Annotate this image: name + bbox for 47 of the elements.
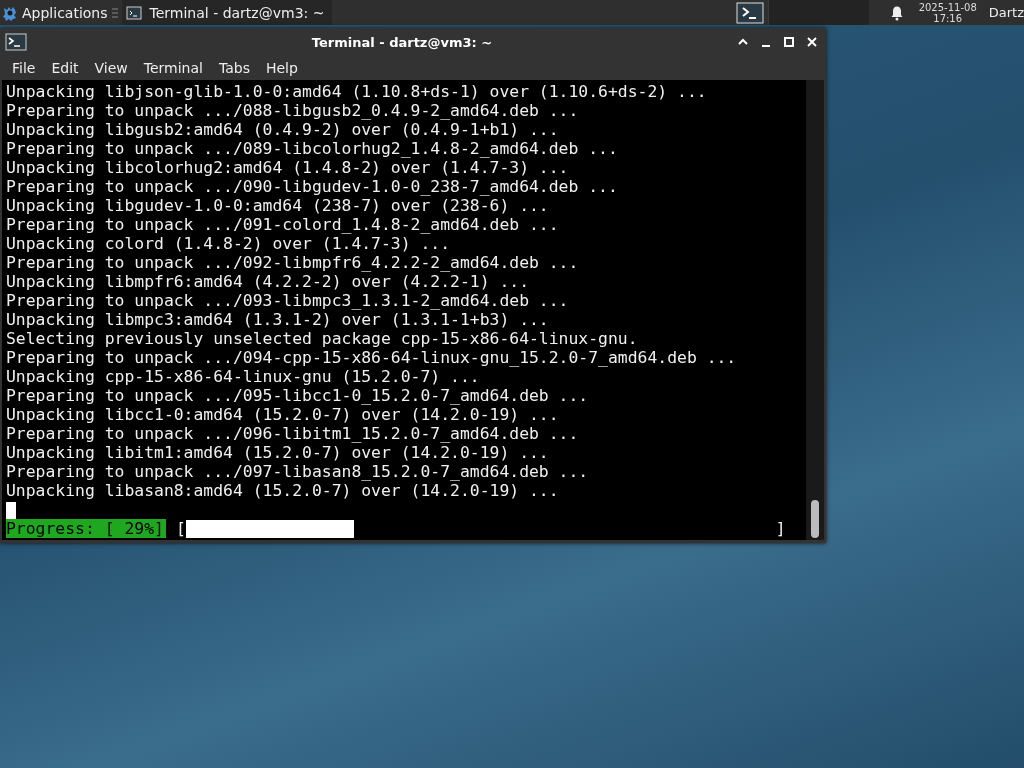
terminal-line: Unpacking libasan8:amd64 (15.2.0-7) over (14.2.0-19) ... xyxy=(6,481,560,500)
terminal-line: Preparing to unpack .../096-libitm1_15.2.0-7_amd64.deb ... xyxy=(6,424,580,443)
clock-date: 2025-11-08 xyxy=(918,1,977,13)
menu-item[interactable]: Edit xyxy=(43,60,87,76)
terminal-line: Preparing to unpack .../097-libasan8_15.2.0-7_amd64.deb ... xyxy=(6,462,590,481)
terminal-line: Unpacking libitm1:amd64 (15.2.0-7) over (14.2.0-19) ... xyxy=(6,443,550,462)
workspace-switcher[interactable] xyxy=(767,0,869,25)
terminal-line: Unpacking libmpfr6:amd64 (4.2.2-2) over (4.2.2-1) ... xyxy=(6,272,530,291)
terminal-line: Unpacking libgusb2:amd64 (0.4.9-2) over (0.4.9-1+b1) ... xyxy=(6,120,560,139)
taskbar-button[interactable]: Terminal - dartz@vm3: ~ xyxy=(121,0,333,25)
terminal-icon xyxy=(5,33,27,51)
terminal-line: Preparing to unpack .../095-libcc1-0_15.2.0-7_amd64.deb ... xyxy=(6,386,590,405)
terminal-line: Unpacking cpp-15-x86-64-linux-gnu (15.2.0-7) ... xyxy=(6,367,481,386)
terminal-line: Selecting previously unselected package cpp-15-x86-64-linux-gnu. xyxy=(6,329,639,348)
maximize-icon[interactable] xyxy=(783,36,795,48)
terminal-line: Preparing to unpack .../094-cpp-15-x86-64-linux-gnu_15.2.0-7_amd64.deb ... xyxy=(6,348,738,367)
terminal-line: Preparing to unpack .../092-libmpfr6_4.2.2-2_amd64.deb ... xyxy=(6,253,580,272)
window-title: Terminal - dartz@vm3: ~ xyxy=(310,34,494,50)
terminal-line: Preparing to unpack .../089-libcolorhug2_1.4.8-2_amd64.deb ... xyxy=(6,139,619,158)
terminal-line: Unpacking libmpc3:amd64 (1.3.1-2) over (1.3.1-1+b3) ... xyxy=(6,310,550,329)
scrollbar-thumb[interactable] xyxy=(811,500,819,538)
terminal-icon xyxy=(125,4,142,21)
terminal-line: Preparing to unpack .../091-colord_1.4.8-2_amd64.deb ... xyxy=(6,215,560,234)
progress-label: Progress: [ 29%] xyxy=(6,519,166,538)
bracket-text: ] xyxy=(775,519,786,538)
user-menu[interactable]: Dartz xyxy=(988,5,1024,20)
terminal-line: Preparing to unpack .../093-libmpc3_1.3.1-2_amd64.deb ... xyxy=(6,291,570,310)
terminal-icon xyxy=(735,1,764,24)
close-icon[interactable] xyxy=(806,36,818,48)
clock-time: 17:16 xyxy=(933,12,963,24)
terminal-line: Unpacking libcolorhug2:amd64 (1.4.8-2) over (1.4.7-3) ... xyxy=(6,158,570,177)
bracket-text: [ xyxy=(175,519,186,538)
applications-menu[interactable]: Applications xyxy=(0,0,110,25)
scrollbar[interactable] xyxy=(806,80,824,540)
terminal-line: Unpacking colord (1.4.8-2) over (1.4.7-3) ... xyxy=(6,234,452,253)
terminal-line: Unpacking libcc1-0:amd64 (15.2.0-7) over (14.2.0-19) ... xyxy=(6,405,560,424)
terminal-line: Preparing to unpack .../088-libgusb2_0.4.9-2_amd64.deb ... xyxy=(6,101,580,120)
terminal-line: Unpacking libgudev-1.0-0:amd64 (238-7) over (238-6) ... xyxy=(6,196,550,215)
terminal-line: Unpacking libjson-glib-1.0-0:amd64 (1.10.8+ds-1) over (1.10.6+ds-2) ... xyxy=(6,82,708,101)
menu-item[interactable]: View xyxy=(86,60,136,76)
menu-item[interactable]: File xyxy=(4,60,44,76)
menu-item[interactable]: Terminal xyxy=(135,60,211,76)
menu-item[interactable]: Help xyxy=(257,60,306,76)
text-cursor xyxy=(6,502,16,519)
menu-item[interactable]: Tabs xyxy=(210,60,258,76)
terminal-line: Preparing to unpack .../090-libgudev-1.0-0_238-7_amd64.deb ... xyxy=(6,177,619,196)
handle-icon xyxy=(111,6,118,19)
